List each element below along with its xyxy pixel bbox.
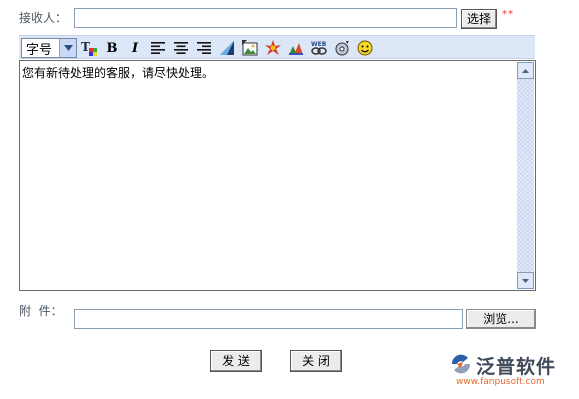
- message-content[interactable]: 您有新待处理的客服，请尽快处理。: [22, 64, 214, 81]
- select-recipient-button[interactable]: 选择: [461, 9, 497, 29]
- attachment-input[interactable]: [74, 309, 463, 329]
- editor-scrollbar[interactable]: [517, 62, 534, 289]
- insert-object-icon[interactable]: [287, 39, 305, 57]
- edit-icon[interactable]: [218, 39, 236, 57]
- recipient-input[interactable]: [74, 8, 457, 28]
- message-editor[interactable]: 您有新待处理的客服，请尽快处理。: [19, 60, 536, 291]
- brand-logo: 泛普软件: [449, 352, 556, 379]
- font-size-select-value: 字号: [26, 42, 53, 58]
- required-mark: **: [502, 9, 514, 20]
- recipient-label: 接收人：: [19, 11, 68, 25]
- close-button[interactable]: 关 闭: [290, 350, 342, 372]
- browse-button[interactable]: 浏览...: [466, 309, 536, 329]
- attachment-label: 附 件：: [19, 304, 63, 318]
- media-icon[interactable]: [333, 39, 351, 57]
- align-left-icon[interactable]: [149, 39, 167, 57]
- font-color-icon[interactable]: T: [80, 39, 98, 57]
- font-size-select[interactable]: 字号: [21, 38, 77, 58]
- brand-mark-icon: [449, 352, 473, 379]
- bold-icon[interactable]: B: [103, 39, 121, 57]
- flash-icon[interactable]: [264, 39, 282, 57]
- chevron-down-icon: [59, 39, 76, 57]
- svg-text:WEB: WEB: [311, 41, 327, 48]
- svg-text:T: T: [81, 40, 90, 54]
- hyperlink-icon[interactable]: WEB: [310, 39, 328, 57]
- brand-url: www.fanpusoft.com: [456, 377, 545, 387]
- send-button[interactable]: 发 送: [210, 350, 262, 372]
- align-right-icon[interactable]: [195, 39, 213, 57]
- emoticon-icon[interactable]: [356, 39, 374, 57]
- italic-icon[interactable]: I: [126, 39, 144, 57]
- brand-name: 泛普软件: [476, 356, 557, 378]
- scroll-up-button[interactable]: [517, 62, 534, 79]
- insert-image-icon[interactable]: [241, 39, 259, 57]
- scroll-down-button[interactable]: [517, 272, 534, 289]
- align-center-icon[interactable]: [172, 39, 190, 57]
- editor-toolbar: 字号 T B I WEB: [19, 35, 535, 59]
